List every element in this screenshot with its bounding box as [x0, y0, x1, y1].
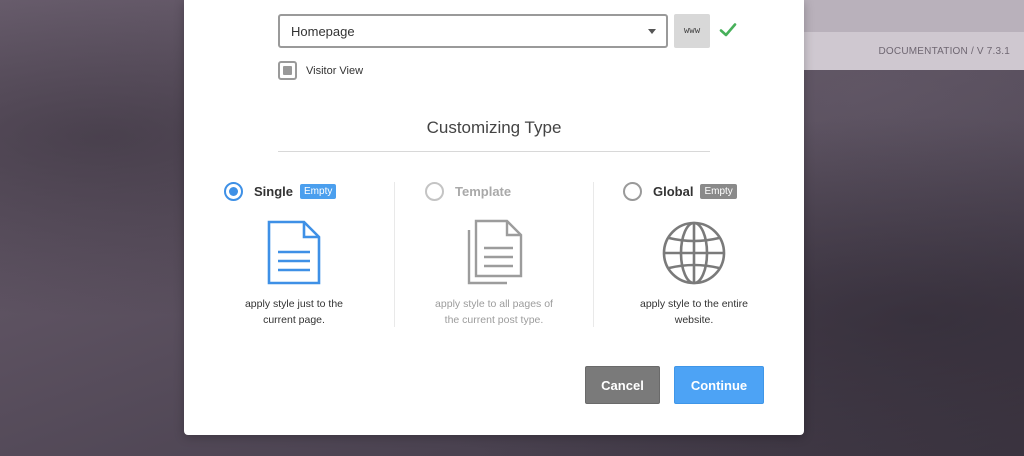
option-template[interactable]: Template — [425, 182, 511, 201]
description-line: apply style to all pages of — [435, 298, 553, 310]
customization-modal: Homepage www Visitor View Customizing Ty… — [184, 0, 804, 435]
description-line: website. — [674, 314, 714, 326]
visitor-view-checkbox[interactable] — [278, 61, 297, 80]
column-divider — [394, 182, 395, 327]
empty-badge: Empty — [300, 184, 337, 199]
column-divider — [593, 182, 594, 327]
global-label: Global — [653, 184, 694, 199]
chevron-down-icon — [648, 29, 656, 34]
template-radio[interactable] — [425, 182, 444, 201]
page-select-value: Homepage — [291, 23, 355, 39]
www-button[interactable]: www — [674, 14, 710, 48]
divider — [278, 151, 710, 152]
empty-badge: Empty — [700, 184, 737, 199]
global-radio[interactable] — [623, 182, 642, 201]
description-line: apply style just to the — [244, 298, 344, 310]
description-line: current page. — [263, 314, 325, 326]
document-icon — [267, 220, 321, 285]
template-label: Template — [455, 184, 512, 199]
checkmark-icon — [719, 23, 737, 37]
global-description: apply style to the entire website. — [614, 296, 774, 328]
radio-selected-dot — [229, 187, 238, 196]
single-label: Single — [254, 184, 294, 199]
visitor-view-label: Visitor View — [306, 64, 364, 77]
page-select[interactable]: Homepage — [278, 14, 668, 48]
continue-button[interactable]: Continue — [674, 366, 764, 404]
section-title: Customizing Type — [426, 118, 562, 137]
single-radio[interactable] — [224, 182, 243, 201]
description-line: the current post type. — [444, 314, 544, 326]
documents-stack-icon — [467, 219, 523, 285]
option-single[interactable]: Single Empty — [224, 182, 337, 201]
documentation-link[interactable]: DOCUMENTATION / V 7.3.1 — [879, 46, 1010, 57]
single-description: apply style just to the current page. — [214, 296, 374, 328]
top-toolbar — [804, 0, 1024, 32]
template-description: apply style to all pages of the current … — [414, 296, 574, 328]
globe-icon — [662, 221, 726, 285]
checkbox-mark — [283, 66, 292, 75]
option-global[interactable]: Global Empty — [623, 182, 737, 201]
cancel-button[interactable]: Cancel — [585, 366, 660, 404]
visitor-view-toggle[interactable]: Visitor View — [278, 61, 363, 80]
secondary-toolbar: DOCUMENTATION / V 7.3.1 — [804, 32, 1024, 70]
description-line: apply style to the entire — [640, 298, 748, 310]
